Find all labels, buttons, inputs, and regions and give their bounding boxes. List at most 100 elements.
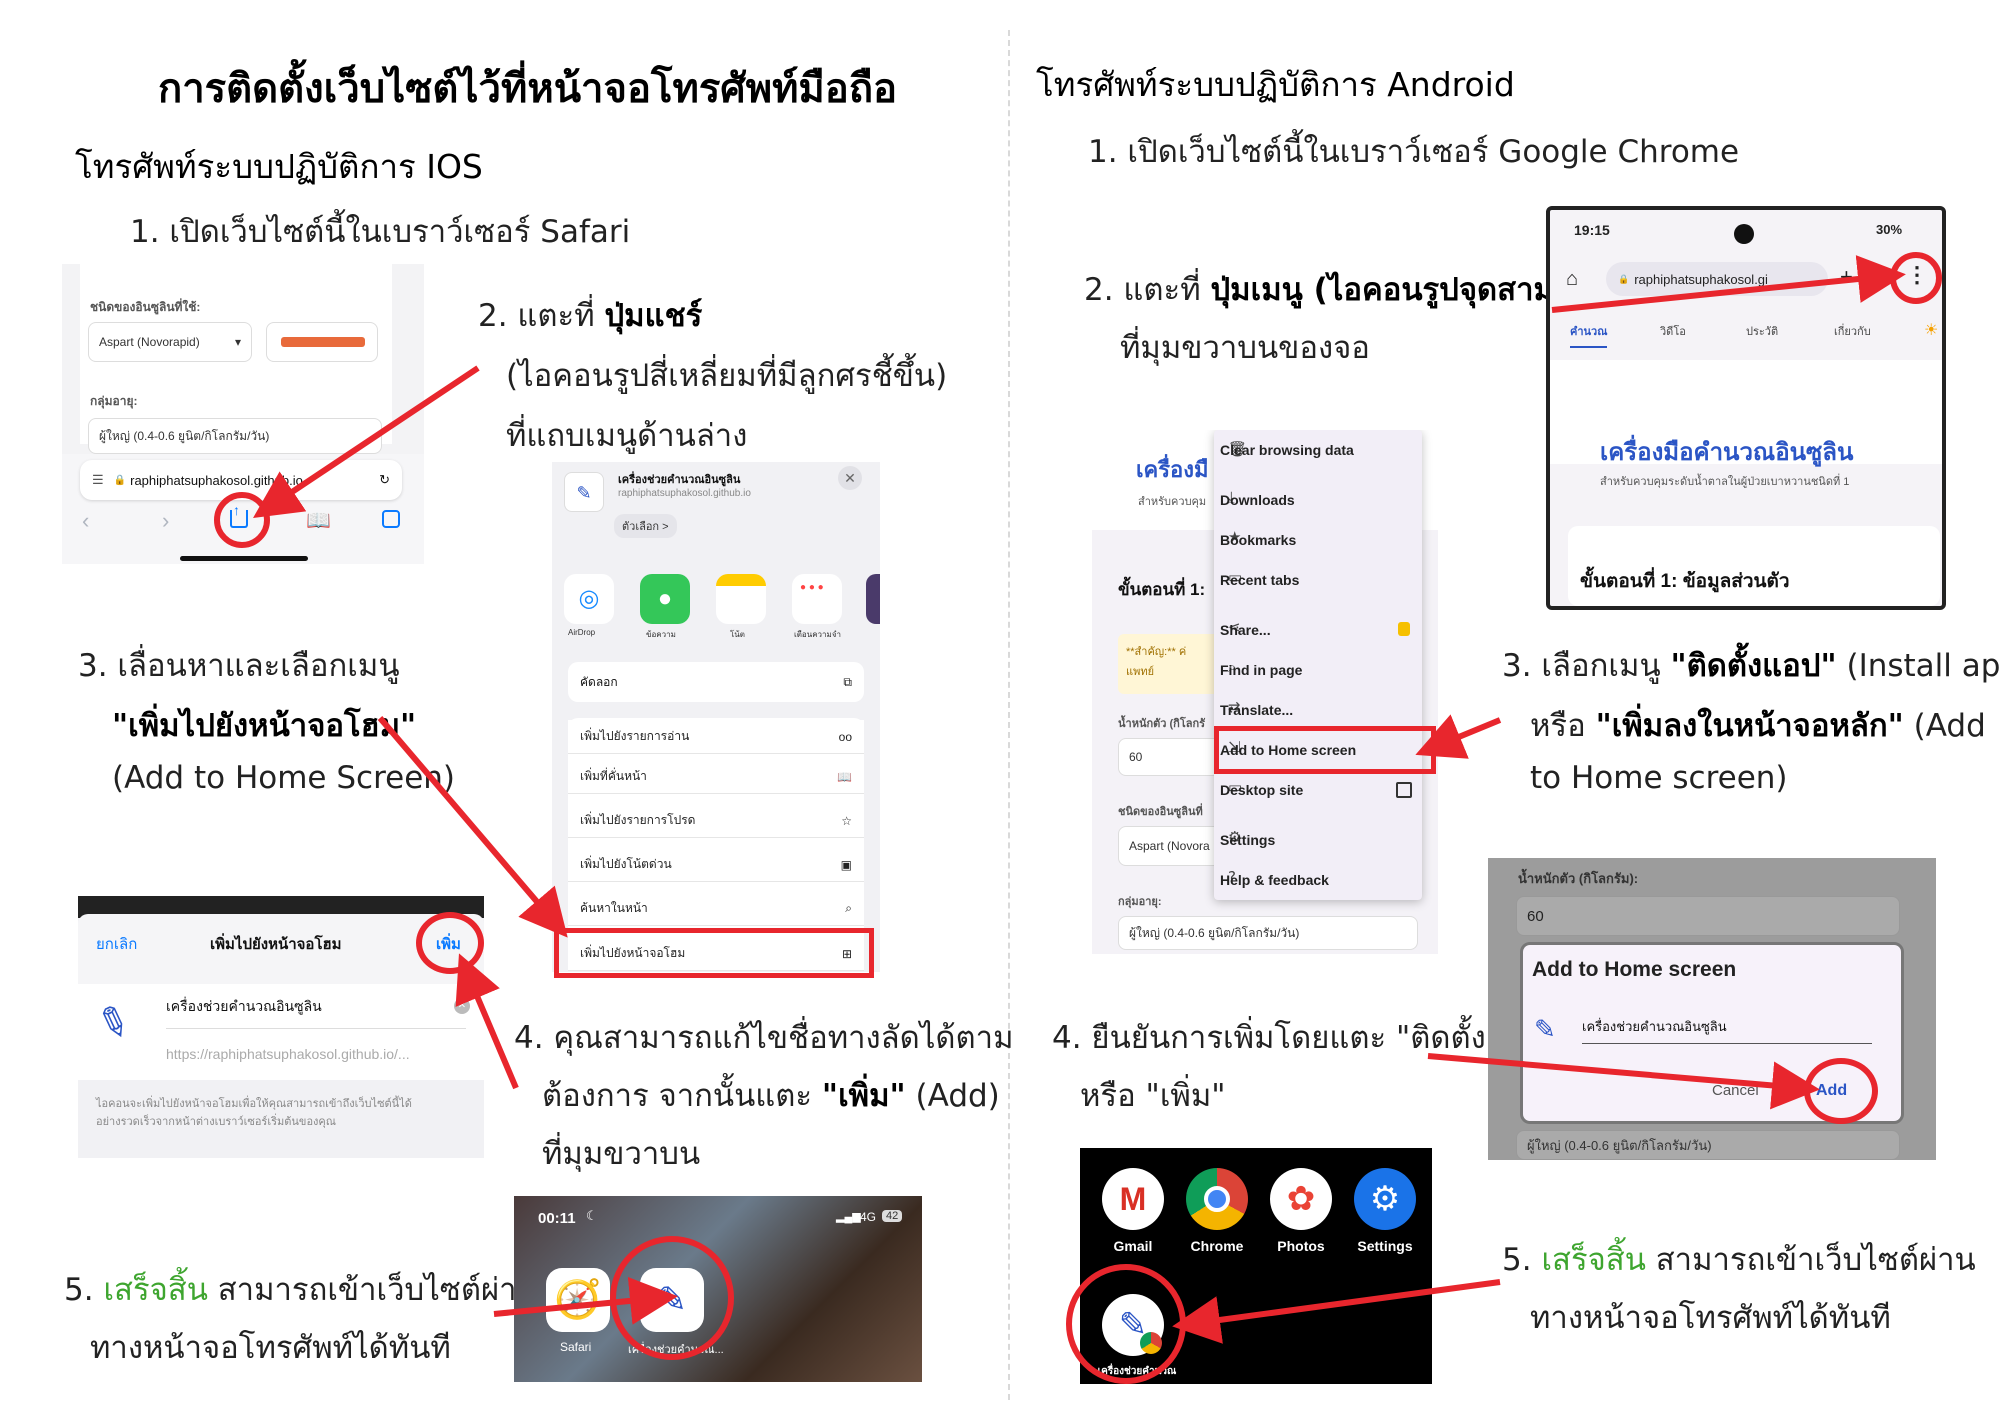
forward-icon[interactable]: › xyxy=(162,508,169,534)
arrow-android-add-home xyxy=(1415,714,1502,759)
more-app-icon[interactable] xyxy=(866,574,880,624)
share-row-label: เพิ่มไปยังรายการโปรด xyxy=(580,813,696,827)
menu-help[interactable]: Help & feedback xyxy=(1220,872,1329,888)
share-close-icon[interactable]: ✕ xyxy=(838,466,862,490)
share-row-quick-note[interactable]: เพิ่มไปยังโน้ตด่วน ▣ xyxy=(568,848,864,882)
share-options-button[interactable]: ตัวเลือก > xyxy=(614,514,677,538)
settings-label: Settings xyxy=(1357,1238,1413,1254)
site-nav-tab-video[interactable]: วิดีโอ xyxy=(1660,322,1686,340)
reader-icon[interactable]: ☰ xyxy=(92,472,104,488)
share-row-find[interactable]: ค้นหาในหน้า ⌕ xyxy=(568,892,864,926)
android-step5-text: สามารถเข้าเว็บไซต์ผ่าน xyxy=(1645,1242,1976,1278)
insulin-select[interactable]: Aspart (Novorapid) ▾ xyxy=(88,322,252,362)
reminders-icon[interactable]: ● ● ● xyxy=(792,574,842,624)
safari-app-label: Safari xyxy=(560,1340,592,1354)
share-row-reading-list[interactable]: เพิ่มไปยังรายการอ่าน oo xyxy=(568,720,864,754)
ios-step3: 3. เลื่อนหาและเลือกเมนู xyxy=(78,648,400,684)
new-tab-icon[interactable]: + xyxy=(1840,264,1853,290)
android-add-highlight xyxy=(1804,1058,1878,1124)
add-to-home-highlight xyxy=(1214,726,1436,774)
messages-icon[interactable]: ● xyxy=(640,574,690,624)
share-row-favorites[interactable]: เพิ่มไปยังรายการโปรด ☆ xyxy=(568,804,864,838)
quick-note-icon: ▣ xyxy=(840,857,852,872)
lock-icon: 🔒 xyxy=(113,474,127,486)
menu-bookmarks[interactable]: Bookmarks xyxy=(1220,532,1296,548)
photos-icon[interactable]: ✿ xyxy=(1270,1168,1332,1230)
desktop-site-checkbox[interactable] xyxy=(1396,782,1412,798)
add-home-dialog-title: Add to Home screen xyxy=(1532,958,1737,981)
dialog-weight-label: น้ำหนักตัว (กิโลกรัม): xyxy=(1518,871,1639,886)
menu-share[interactable]: Share... xyxy=(1220,622,1271,638)
site-page-subtitle: สำหรับควบคุมระดับน้ำตาลในผู้ป่วยเบาหวานช… xyxy=(1600,476,1850,488)
ios-step4-line3: ที่มุมขวาบน xyxy=(542,1136,701,1172)
menu-clear-browsing[interactable]: Clear browsing data xyxy=(1220,442,1354,458)
settings-icon[interactable]: ⚙ xyxy=(1354,1168,1416,1230)
android-step5-done: เสร็จสิ้น xyxy=(1541,1242,1646,1278)
cancel-button[interactable]: ยกเลิก xyxy=(96,932,137,956)
lock-icon: 🔒 xyxy=(1618,273,1630,284)
android-step4-line2: หรือ "เพิ่ม" xyxy=(1080,1078,1226,1114)
dialog-age-select[interactable]: ผู้ใหญ่ (0.4-0.6 ยูนิต/กิโลกรัม/วัน) xyxy=(1516,1130,1900,1160)
site-nav-tab-calc[interactable]: คำนวณ xyxy=(1570,322,1608,348)
menu-recent-tabs[interactable]: Recent tabs xyxy=(1220,572,1299,588)
age-label: กลุ่มอายุ: xyxy=(1118,896,1162,908)
android-step3-bold: "ติดตั้งแอป" xyxy=(1670,648,1837,684)
sun-icon[interactable]: ☀ xyxy=(1924,320,1938,340)
ios-step5-text: สามารถเข้าเว็บไซต์ผ่าน xyxy=(207,1272,538,1308)
menu-settings[interactable]: Settings xyxy=(1220,832,1275,848)
copy-row[interactable]: คัดลอก ⧉ xyxy=(568,662,864,702)
dialog-name-field[interactable]: เครื่องช่วยคำนวณอินซูลิน xyxy=(1582,1016,1872,1044)
dialog-weight-input[interactable]: 60 xyxy=(1516,896,1900,936)
menu-downloads[interactable]: Downloads xyxy=(1220,492,1295,508)
site-thumb: ✎ xyxy=(564,472,604,512)
android-step2-prefix: 2. แตะที่ xyxy=(1084,272,1211,308)
insulin-select-value: Aspart (Novorapid) xyxy=(99,335,200,349)
gmail-icon[interactable]: M xyxy=(1102,1168,1164,1230)
share-row-bookmark[interactable]: เพิ่มที่คั่นหน้า 📖 xyxy=(568,760,864,794)
chrome-address-bar[interactable]: 🔒 raphiphatsuphakosol.gi xyxy=(1606,262,1828,296)
tabs-icon[interactable] xyxy=(382,510,400,528)
home-icon[interactable]: ⌂ xyxy=(1566,268,1578,291)
dialog-cancel-button[interactable]: Cancel xyxy=(1712,1082,1759,1099)
site-nav-tab-about[interactable]: เกี่ยวกับ xyxy=(1834,322,1871,340)
ios-step5: 5. เสร็จสิ้น สามารถเข้าเว็บไซต์ผ่าน xyxy=(64,1264,538,1314)
photos-label: Photos xyxy=(1277,1238,1325,1254)
age-select[interactable]: ผู้ใหญ่ (0.4-0.6 ยูนิต/กิโลกรัม/วัน) xyxy=(88,418,382,454)
android-step5: 5. เสร็จสิ้น สามารถเข้าเว็บไซต์ผ่าน xyxy=(1502,1234,1976,1284)
ios-step4: 4. คุณสามารถแก้ไขชื่อทางลัดได้ตาม xyxy=(514,1020,1014,1056)
clear-icon[interactable]: ✕ xyxy=(454,998,470,1014)
menu-find-in-page[interactable]: Find in page xyxy=(1220,662,1302,678)
column-divider xyxy=(1008,30,1010,1400)
battery-level: 42 xyxy=(882,1210,903,1222)
weight-value: 60 xyxy=(1129,750,1143,764)
android-step2-line2: ที่มุมขวาบนของจอ xyxy=(1120,330,1370,366)
ios-step4-line2: ต้องการ จากนั้นแตะ "เพิ่ม" (Add) xyxy=(542,1070,1000,1120)
insulin-value: Aspart (Novora xyxy=(1129,839,1210,853)
share-site-url: raphiphatsuphakosol.github.io xyxy=(618,488,751,499)
site-step-title: ขั้นตอนที่ 1: ข้อมูลส่วนตัว xyxy=(1580,571,1790,592)
menu-translate[interactable]: Translate... xyxy=(1220,702,1293,718)
shortcut-name-field[interactable]: เครื่องช่วยคำนวณอินซูลิน xyxy=(166,996,466,1029)
ios-step3-line3: (Add to Home Screen) xyxy=(112,760,456,796)
page-sub-partial: สำหรับควบคุม xyxy=(1138,496,1207,508)
android-step4: 4. ยืนยันการเพิ่มโดยแตะ "ติดตั้ง" xyxy=(1052,1020,1501,1056)
airdrop-icon[interactable]: ◎ xyxy=(564,574,614,624)
age-select[interactable]: ผู้ใหญ่ (0.4-0.6 ยูนิต/กิโลกรัม/วัน) xyxy=(1118,916,1418,950)
site-nav-tab-history[interactable]: ประวัติ xyxy=(1746,322,1778,340)
page-title: การติดตั้งเว็บไซต์ไว้ที่หน้าจอโทรศัพท์มื… xyxy=(158,66,898,112)
dialog-app-icon: ✎ xyxy=(1534,1014,1556,1044)
menu-desktop-site[interactable]: Desktop site xyxy=(1220,782,1303,798)
ios-heading: โทรศัพท์ระบบปฏิบัติการ IOS xyxy=(75,147,483,186)
warning-text-2: แพทย์ xyxy=(1126,666,1155,678)
bookmarks-icon[interactable]: 📖 xyxy=(306,508,331,533)
safari-app-icon[interactable]: 🧭 xyxy=(546,1268,610,1332)
chrome-icon[interactable] xyxy=(1186,1168,1248,1230)
back-icon[interactable]: ‹ xyxy=(82,508,89,534)
android-step3-line3: to Home screen) xyxy=(1530,760,1788,796)
notes-icon[interactable] xyxy=(716,574,766,624)
share-row-label: เพิ่มที่คั่นหน้า xyxy=(580,769,647,783)
android-step3-or: หรือ xyxy=(1530,708,1596,744)
ios-step1: 1. เปิดเว็บไซต์นี้ในเบราว์เซอร์ Safari xyxy=(130,214,631,250)
reload-icon[interactable]: ↻ xyxy=(379,472,390,488)
copy-icon: ⧉ xyxy=(843,674,852,689)
